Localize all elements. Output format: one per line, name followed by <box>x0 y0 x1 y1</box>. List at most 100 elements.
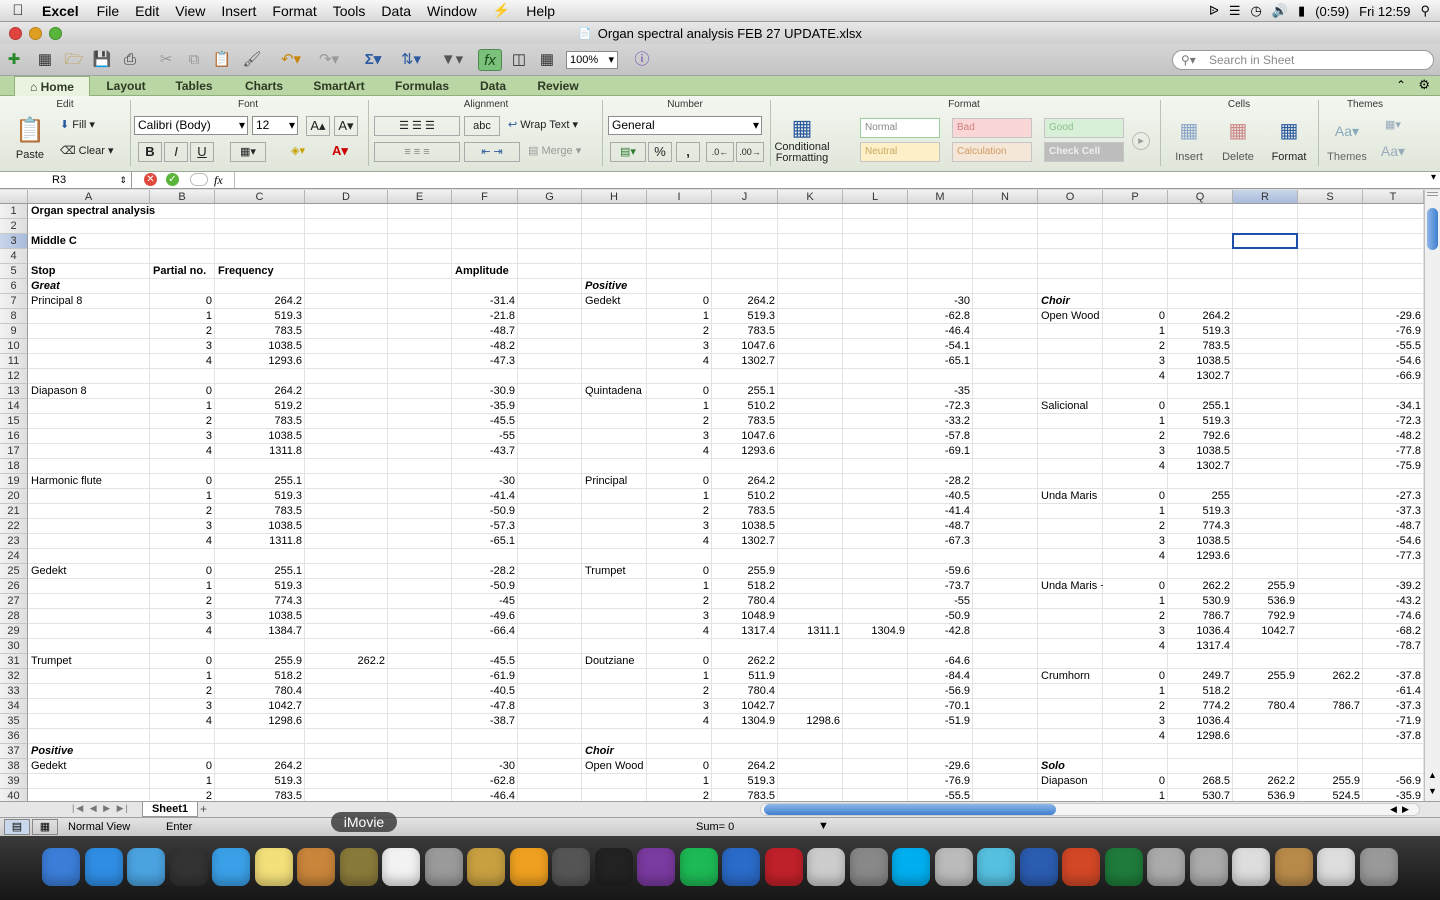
cell-J25[interactable]: 255.9 <box>712 564 778 579</box>
cell-I22[interactable]: 3 <box>647 519 712 534</box>
cell-I10[interactable]: 3 <box>647 339 712 354</box>
cell-T34[interactable]: -37.3 <box>1363 699 1424 714</box>
cell-M10[interactable]: -54.1 <box>908 339 973 354</box>
cell-B23[interactable]: 4 <box>150 534 215 549</box>
cell-T15[interactable]: -72.3 <box>1363 414 1424 429</box>
cell-J19[interactable]: 264.2 <box>712 474 778 489</box>
row-header[interactable]: 17 <box>0 444 28 459</box>
row-header[interactable]: 8 <box>0 309 28 324</box>
cell-Q27[interactable]: 530.9 <box>1168 594 1233 609</box>
cell-J11[interactable]: 1302.7 <box>712 354 778 369</box>
cell-J29[interactable]: 1317.4 <box>712 624 778 639</box>
cell-F17[interactable]: -43.7 <box>452 444 518 459</box>
row-header[interactable]: 28 <box>0 609 28 624</box>
cell-J31[interactable]: 262.2 <box>712 654 778 669</box>
cell-C31[interactable]: 255.9 <box>215 654 305 669</box>
cell-H25[interactable]: Trumpet <box>582 564 647 579</box>
cell-B25[interactable]: 0 <box>150 564 215 579</box>
cell-C8[interactable]: 519.3 <box>215 309 305 324</box>
tab-formulas[interactable]: Formulas <box>386 76 458 96</box>
apple-menu-icon[interactable]:  <box>0 2 36 19</box>
cell-C23[interactable]: 1311.8 <box>215 534 305 549</box>
cell-I21[interactable]: 2 <box>647 504 712 519</box>
cell-Q34[interactable]: 774.2 <box>1168 699 1233 714</box>
save-icon[interactable]: 💾 <box>92 49 112 71</box>
cell-H6[interactable]: Positive <box>582 279 647 294</box>
cell-P9[interactable]: 1 <box>1103 324 1168 339</box>
scroll-up-icon[interactable]: ▲ <box>1428 770 1437 780</box>
cell-Q40[interactable]: 530.7 <box>1168 789 1233 801</box>
cell-M8[interactable]: -62.8 <box>908 309 973 324</box>
font-color-icon[interactable]: A▾ <box>320 142 360 160</box>
cell-J35[interactable]: 1304.9 <box>712 714 778 729</box>
cell-D31[interactable]: 262.2 <box>305 654 388 669</box>
color-picker-icon[interactable] <box>977 848 1015 886</box>
cell-P39[interactable]: 0 <box>1103 774 1168 789</box>
decrease-font-size-icon[interactable]: A▾ <box>334 116 358 136</box>
cell-Q26[interactable]: 262.2 <box>1168 579 1233 594</box>
style-normal[interactable]: Normal <box>860 118 940 138</box>
column-header[interactable]: J <box>712 190 778 204</box>
menu-data[interactable]: Data <box>373 3 419 19</box>
cell-C29[interactable]: 1384.7 <box>215 624 305 639</box>
row-header[interactable]: 6 <box>0 279 28 294</box>
cell-R29[interactable]: 1042.7 <box>1233 624 1298 639</box>
cell-I7[interactable]: 0 <box>647 294 712 309</box>
cell-J26[interactable]: 518.2 <box>712 579 778 594</box>
cell-R26[interactable]: 255.9 <box>1233 579 1298 594</box>
cell-C32[interactable]: 518.2 <box>215 669 305 684</box>
disk-utility-icon[interactable] <box>424 848 463 886</box>
column-header[interactable]: G <box>518 190 582 204</box>
cell-R28[interactable]: 792.9 <box>1233 609 1298 624</box>
cell-P8[interactable]: 0 <box>1103 309 1168 324</box>
scroll-left-icon[interactable]: ◀ <box>1390 804 1397 815</box>
cell-I8[interactable]: 1 <box>647 309 712 324</box>
row-header[interactable]: 14 <box>0 399 28 414</box>
cell-B22[interactable]: 3 <box>150 519 215 534</box>
column-header[interactable]: N <box>973 190 1038 204</box>
cell-J40[interactable]: 783.5 <box>712 789 778 801</box>
styles-next-icon[interactable]: ▸ <box>1132 132 1150 150</box>
cell-F38[interactable]: -30 <box>452 759 518 774</box>
menu-view[interactable]: View <box>167 3 213 19</box>
confirm-entry-icon[interactable]: ✓ <box>166 173 179 186</box>
cell-C26[interactable]: 519.3 <box>215 579 305 594</box>
cell-J10[interactable]: 1047.6 <box>712 339 778 354</box>
sublime-icon[interactable] <box>509 848 548 886</box>
cell-F7[interactable]: -31.4 <box>452 294 518 309</box>
column-header[interactable]: A <box>28 190 150 204</box>
cell-T14[interactable]: -34.1 <box>1363 399 1424 414</box>
column-header[interactable]: D <box>305 190 388 204</box>
cell-P34[interactable]: 2 <box>1103 699 1168 714</box>
cell-T12[interactable]: -66.9 <box>1363 369 1424 384</box>
cell-T36[interactable]: -37.8 <box>1363 729 1424 744</box>
column-header[interactable]: C <box>215 190 305 204</box>
cell-I35[interactable]: 4 <box>647 714 712 729</box>
cell-T39[interactable]: -56.9 <box>1363 774 1424 789</box>
cell-P32[interactable]: 0 <box>1103 669 1168 684</box>
cell-J16[interactable]: 1047.6 <box>712 429 778 444</box>
page-layout-view-icon[interactable]: ▦ <box>32 819 58 835</box>
column-header[interactable]: Q <box>1168 190 1233 204</box>
row-header[interactable]: 19 <box>0 474 28 489</box>
cell-C19[interactable]: 255.1 <box>215 474 305 489</box>
row-header[interactable]: 39 <box>0 774 28 789</box>
name-box-stepper-icon[interactable]: ⇕ <box>119 172 127 188</box>
cell-M29[interactable]: -42.8 <box>908 624 973 639</box>
cell-K29[interactable]: 1311.1 <box>778 624 843 639</box>
cell-P24[interactable]: 4 <box>1103 549 1168 564</box>
cell-J22[interactable]: 1038.5 <box>712 519 778 534</box>
cell-F27[interactable]: -45 <box>452 594 518 609</box>
battery-icon[interactable]: ▮ <box>1298 3 1305 19</box>
cell-B20[interactable]: 1 <box>150 489 215 504</box>
row-header[interactable]: 16 <box>0 429 28 444</box>
row-header[interactable]: 26 <box>0 579 28 594</box>
cell-F35[interactable]: -38.7 <box>452 714 518 729</box>
cell-M14[interactable]: -72.3 <box>908 399 973 414</box>
cell-T26[interactable]: -39.2 <box>1363 579 1424 594</box>
cell-F29[interactable]: -66.4 <box>452 624 518 639</box>
cell-Q23[interactable]: 1038.5 <box>1168 534 1233 549</box>
cell-T17[interactable]: -77.8 <box>1363 444 1424 459</box>
cell-T33[interactable]: -61.4 <box>1363 684 1424 699</box>
cell-J21[interactable]: 783.5 <box>712 504 778 519</box>
